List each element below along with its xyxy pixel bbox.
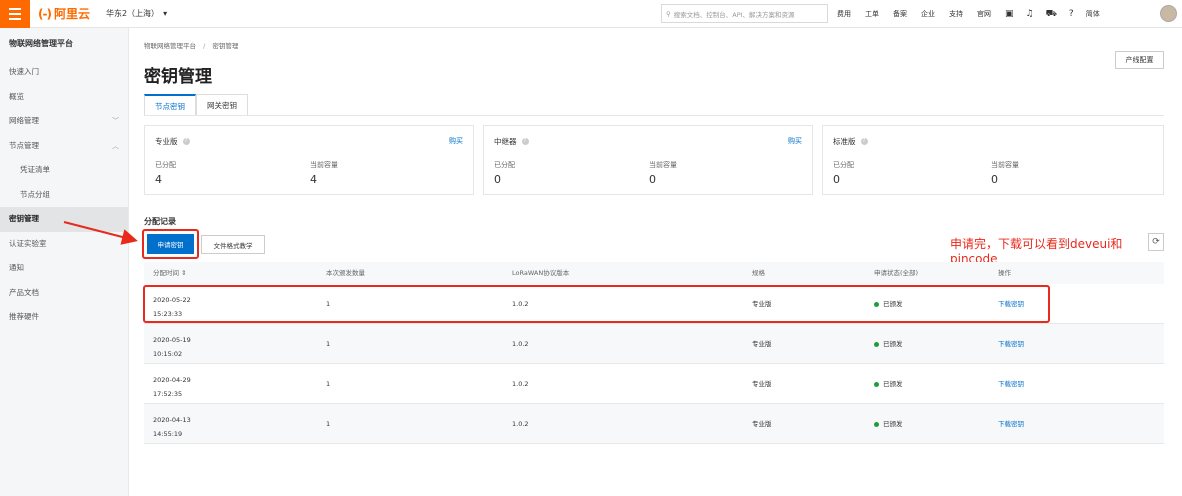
annotation-arrow (63, 221, 138, 245)
